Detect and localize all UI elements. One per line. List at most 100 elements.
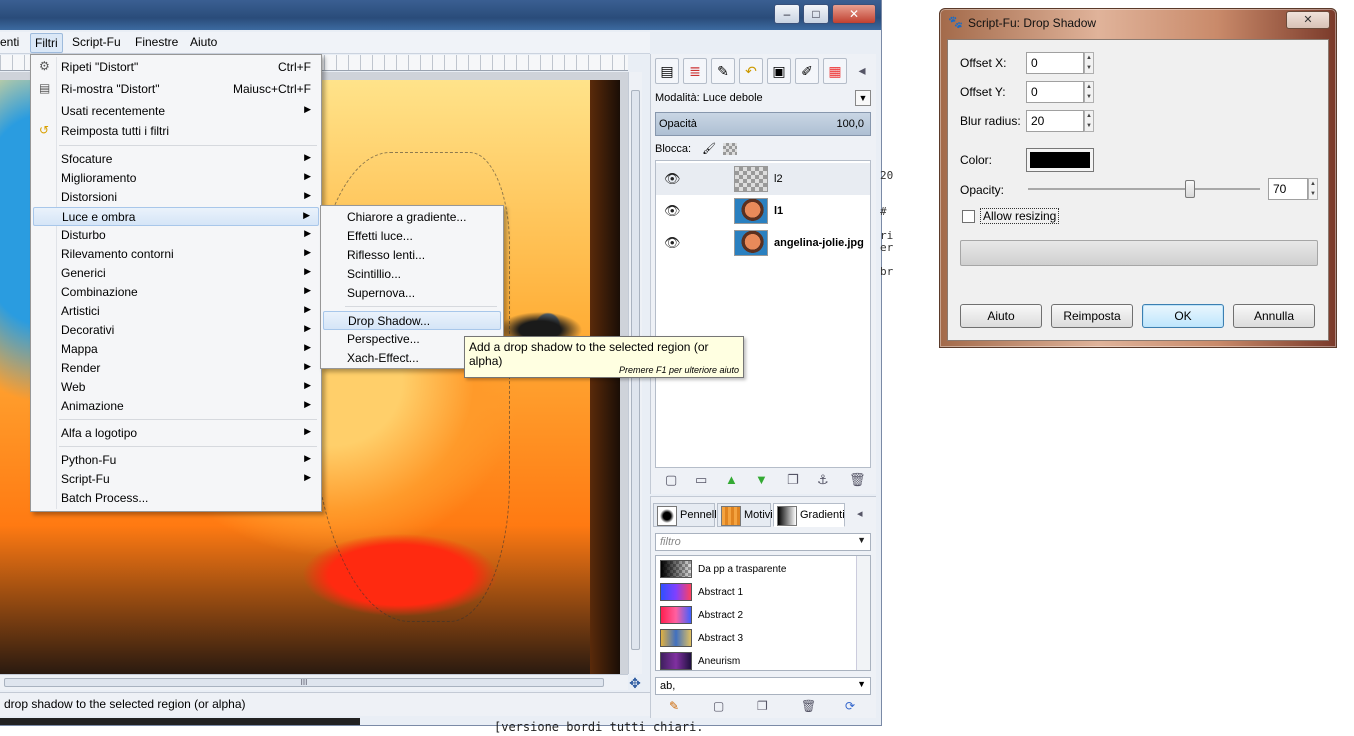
menu-item-repeat[interactable]: ⚙ Ripeti "Distort" Ctrl+F	[33, 58, 319, 77]
paths-tab-icon[interactable]: ✎	[711, 58, 735, 84]
chevron-down-icon[interactable]: ▼	[857, 679, 866, 689]
tab-patterns[interactable]: Motivi	[717, 503, 773, 527]
layer-row[interactable]: 👁 angelina-jolie.jpg	[656, 227, 870, 259]
reset-button[interactable]: Reimposta	[1051, 304, 1133, 328]
edit-gradient-icon[interactable]: ✎	[669, 699, 679, 713]
menu-item-reshow[interactable]: ▤ Ri-mostra "Distort" Maiusc+Ctrl+F	[33, 80, 319, 99]
menu-item-noise[interactable]: Disturbo ▶	[33, 226, 319, 245]
list-item[interactable]: Da pp a trasparente	[656, 558, 856, 581]
chevron-down-icon[interactable]: ▼	[857, 535, 866, 545]
menu-item-distorts[interactable]: Distorsioni ▶	[33, 188, 319, 207]
offset-y-field[interactable]: 0	[1026, 81, 1084, 103]
menu-filtri[interactable]: Filtri	[30, 33, 63, 53]
close-button[interactable]: ✕	[832, 4, 876, 24]
images-tab-icon[interactable]: ▣	[767, 58, 791, 84]
list-item[interactable]: Abstract 2	[656, 604, 856, 627]
submenu-item-lens-flare[interactable]: Riflesso lenti...	[323, 246, 501, 265]
new-group-icon[interactable]: ▭	[695, 472, 707, 488]
menu-item-generic[interactable]: Generici ▶	[33, 264, 319, 283]
eye-icon[interactable]: 👁	[664, 203, 681, 219]
list-item[interactable]: Abstract 3	[656, 627, 856, 650]
opacity-stepper[interactable]: ▲ ▼	[1308, 178, 1318, 200]
undo-tab-icon[interactable]: ↶	[739, 58, 763, 84]
menu-item-light-shadow[interactable]: Luce e ombra ▶	[33, 207, 319, 226]
raise-layer-icon[interactable]: ▲	[725, 472, 738, 487]
offset-y-stepper[interactable]: ▲ ▼	[1084, 81, 1094, 103]
menu-item-web[interactable]: Web ▶	[33, 378, 319, 397]
refresh-icon[interactable]: ⟳	[845, 699, 855, 713]
menu-script-fu[interactable]: Script-Fu	[72, 35, 121, 49]
minimize-button[interactable]: –	[774, 4, 800, 24]
menu-item-render[interactable]: Render ▶	[33, 359, 319, 378]
duplicate-layer-icon[interactable]: ❐	[787, 472, 799, 488]
allow-resizing-label[interactable]: Allow resizing	[980, 208, 1060, 224]
lock-alpha-icon[interactable]	[723, 143, 738, 156]
maximize-button[interactable]: □	[803, 4, 829, 24]
eye-icon[interactable]: 👁	[664, 235, 681, 251]
layer-row[interactable]: 👁 l2	[656, 163, 870, 195]
gradient-filter-input[interactable]: filtro ▼	[655, 533, 871, 551]
menu-item-animation[interactable]: Animazione ▶	[33, 397, 319, 416]
dialog-close-button[interactable]: ✕	[1286, 11, 1330, 29]
delete-layer-icon[interactable]: 🗑	[849, 472, 866, 488]
blur-radius-field[interactable]: 20	[1026, 110, 1084, 132]
horizontal-scroll-thumb[interactable]: III	[4, 678, 604, 687]
submenu-item-drop-shadow[interactable]: Drop Shadow...	[323, 311, 501, 330]
menu-item-edge-detect[interactable]: Rilevamento contorni ▶	[33, 245, 319, 264]
list-item[interactable]: Aneurism	[656, 650, 856, 670]
layer-row[interactable]: 👁 l1	[656, 195, 870, 227]
tab-gradients[interactable]: Gradienti	[773, 503, 845, 527]
navigate-icon[interactable]: ✥	[626, 674, 644, 692]
layers-tab-icon[interactable]: ▤	[655, 58, 679, 84]
channels-tab-icon[interactable]: ≣	[683, 58, 707, 84]
list-item[interactable]: Abstract 1	[656, 581, 856, 604]
menu-item-python-fu[interactable]: Python-Fu ▶	[33, 451, 319, 470]
new-gradient-icon[interactable]: ▢	[713, 699, 724, 713]
opacity-slider-thumb[interactable]	[1185, 180, 1196, 198]
anchor-layer-icon[interactable]: ⚓	[817, 472, 829, 488]
brush-tab-icon[interactable]: ✐	[795, 58, 819, 84]
new-layer-icon[interactable]: ▢	[665, 472, 677, 488]
menu-enti[interactable]: enti	[0, 35, 19, 49]
tag-input[interactable]: ab, ▼	[655, 677, 871, 695]
dock-menu-icon[interactable]: ◂	[857, 507, 863, 520]
delete-gradient-icon[interactable]: 🗑	[801, 699, 816, 713]
menu-item-alpha-to-logo[interactable]: Alfa a logotipo ▶	[33, 424, 319, 443]
menu-item-combine[interactable]: Combinazione ▶	[33, 283, 319, 302]
menu-aiuto[interactable]: Aiuto	[190, 35, 217, 49]
layer-opacity-slider[interactable]: Opacità 100,0	[655, 112, 871, 136]
menu-item-reset-filters[interactable]: ↺ Reimposta tutti i filtri	[33, 122, 319, 141]
menu-item-map[interactable]: Mappa ▶	[33, 340, 319, 359]
blur-radius-stepper[interactable]: ▲ ▼	[1084, 110, 1094, 132]
pattern-tab-icon[interactable]: ▦	[823, 58, 847, 84]
menu-finestre[interactable]: Finestre	[135, 35, 178, 49]
layer-mode-row[interactable]: Modalità: Luce debole ▼	[655, 90, 873, 110]
lock-pixels-icon[interactable]: 🖌	[702, 143, 716, 155]
menu-item-batch-process[interactable]: Batch Process...	[33, 489, 319, 508]
help-button[interactable]: Aiuto	[960, 304, 1042, 328]
gradients-scrollbar[interactable]	[856, 556, 870, 670]
color-picker-button[interactable]	[1026, 148, 1094, 172]
menu-item-artistic[interactable]: Artistici ▶	[33, 302, 319, 321]
duplicate-gradient-icon[interactable]: ❐	[757, 699, 768, 713]
lower-layer-icon[interactable]: ▼	[755, 472, 768, 487]
eye-icon[interactable]: 👁	[664, 171, 681, 187]
chevron-down-icon[interactable]: ▼	[855, 90, 871, 106]
menu-item-decor[interactable]: Decorativi ▶	[33, 321, 319, 340]
menu-item-recent[interactable]: Usati recentemente ▶	[33, 102, 319, 121]
menu-item-blur[interactable]: Sfocature ▶	[33, 150, 319, 169]
submenu-item-gradient-flare[interactable]: Chiarore a gradiente...	[323, 208, 501, 227]
offset-x-field[interactable]: 0	[1026, 52, 1084, 74]
cancel-button[interactable]: Annulla	[1233, 304, 1315, 328]
submenu-item-supernova[interactable]: Supernova...	[323, 284, 501, 303]
allow-resizing-checkbox[interactable]	[962, 210, 975, 223]
opacity-slider-track[interactable]	[1028, 188, 1260, 190]
menu-item-script-fu[interactable]: Script-Fu ▶	[33, 470, 319, 489]
opacity-field[interactable]: 70	[1268, 178, 1308, 200]
submenu-item-sparkle[interactable]: Scintillio...	[323, 265, 501, 284]
horizontal-scrollbar[interactable]: III	[0, 674, 628, 690]
submenu-item-lighting-effects[interactable]: Effetti luce...	[323, 227, 501, 246]
dock-menu-icon[interactable]: ◂	[853, 58, 871, 84]
offset-x-stepper[interactable]: ▲ ▼	[1084, 52, 1094, 74]
tab-brushes[interactable]: Pennelli	[653, 503, 719, 527]
